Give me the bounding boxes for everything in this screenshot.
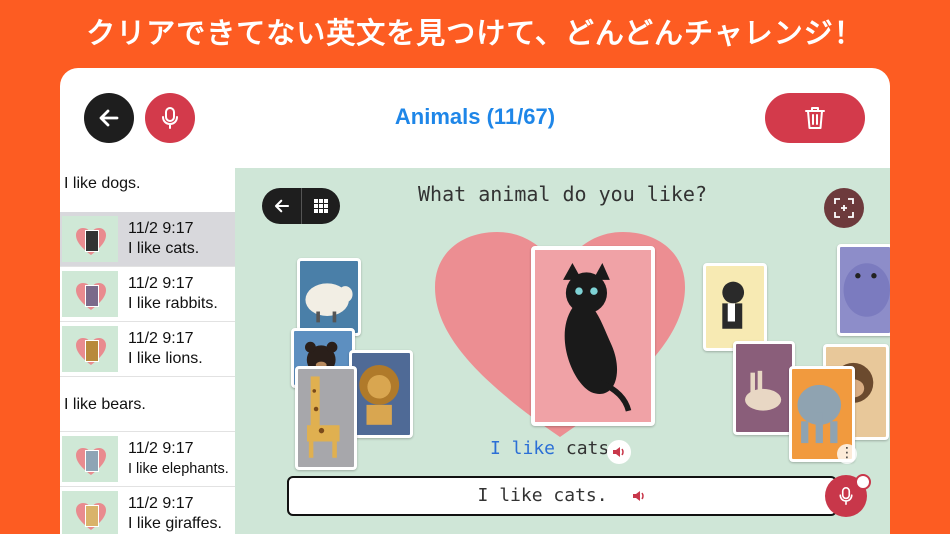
row-thumbnail — [62, 326, 118, 372]
grid-icon — [314, 199, 328, 213]
row-thumbnail — [62, 491, 118, 534]
recording-indicator — [855, 474, 871, 490]
row-sentence: I like lions. — [128, 350, 203, 367]
row-date: 11/2 9:17 — [128, 220, 194, 237]
caption-highlight: I like — [490, 438, 556, 459]
row-sentence: I like rabbits. — [128, 295, 218, 312]
zoom-button[interactable] — [824, 188, 864, 228]
row-date: 11/2 9:17 — [128, 275, 194, 292]
animal-card-giraffe[interactable] — [295, 366, 357, 470]
list-section-header: I like dogs. — [60, 168, 235, 212]
app-panel: Animals (11/67) I like dogs. 11/2 9:17 I… — [60, 68, 890, 534]
row-sentence: I like elephants. — [128, 461, 229, 477]
animal-card-rabbit[interactable] — [733, 341, 795, 435]
picture-scene: What animal do you like? ⋮ I like cats. … — [235, 168, 890, 534]
animal-card-sheep[interactable] — [297, 258, 361, 336]
list-item[interactable]: 11/2 9:17 I like rabbits. — [60, 267, 235, 322]
back-arrow-icon — [274, 199, 289, 213]
list-item[interactable]: 11/2 9:17 I like cats. — [60, 212, 235, 267]
trash-icon — [805, 107, 825, 129]
speaker-icon — [613, 447, 624, 457]
row-date: 11/2 9:17 — [128, 330, 194, 347]
animal-card-hippo[interactable] — [837, 244, 890, 336]
scene-back-button[interactable] — [262, 188, 301, 224]
list-item[interactable]: 11/2 9:17 I like giraffes. — [60, 487, 235, 534]
promo-banner: クリアできてない英文を見つけて、どんどんチャレンジ！ — [86, 16, 864, 50]
answer-text: I like cats. — [477, 485, 608, 506]
row-thumbnail — [62, 436, 118, 482]
animal-card-dog[interactable] — [703, 263, 767, 351]
scene-controls — [262, 188, 340, 224]
row-thumbnail — [62, 216, 118, 262]
row-date: 11/2 9:17 — [128, 440, 194, 457]
row-sentence: I like cats. — [128, 240, 200, 257]
zoom-frame-icon — [834, 198, 854, 218]
speaker-icon[interactable] — [632, 489, 646, 503]
row-thumbnail — [62, 271, 118, 317]
caption-speaker-button[interactable] — [607, 440, 631, 464]
grid-button[interactable] — [301, 188, 340, 224]
answer-field[interactable]: I like cats. — [287, 476, 837, 516]
top-bar: Animals (11/67) — [60, 68, 890, 168]
row-date: 11/2 9:17 — [128, 495, 194, 512]
list-item[interactable]: 11/2 9:17 I like elephants. — [60, 432, 235, 487]
sentence-list[interactable]: I like dogs. 11/2 9:17 I like cats. 11/2… — [60, 168, 235, 534]
more-icon[interactable]: ⋮ — [837, 444, 857, 464]
featured-card-cat[interactable] — [531, 246, 655, 426]
scene-caption: I like cats. — [490, 438, 620, 459]
row-sentence: I like giraffes. — [128, 515, 222, 532]
list-item[interactable]: 11/2 9:17 I like lions. — [60, 322, 235, 377]
delete-button[interactable] — [765, 93, 865, 143]
animal-card-lion[interactable] — [349, 350, 413, 438]
list-section-header: I like bears. — [60, 377, 235, 432]
microphone-icon — [839, 487, 853, 505]
